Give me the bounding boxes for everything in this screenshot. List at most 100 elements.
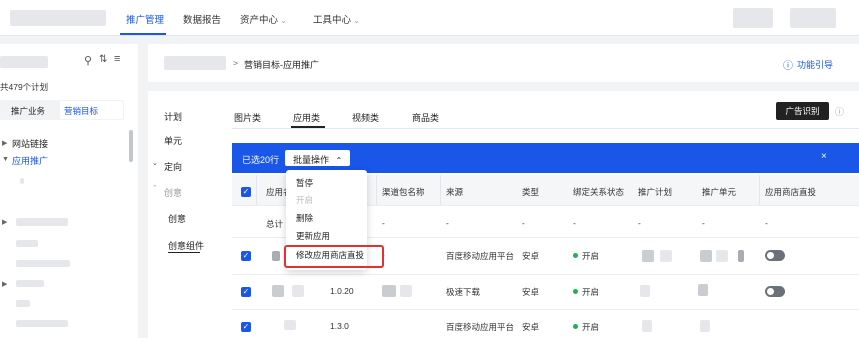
caret-right-icon[interactable]: ▶ [2,139,7,147]
info-icon: ⓘ [783,61,793,72]
version: 1.3.0 [330,321,349,331]
app-store-direct-toggle[interactable] [765,250,785,261]
tree-item-app-promotion[interactable]: 应用推广 [12,154,48,167]
total-cell: - [765,218,768,228]
tree-item-placeholder[interactable] [16,240,38,247]
tree-item-website-link[interactable]: 网站链接 [12,137,48,150]
account-breadcrumb-placeholder[interactable] [164,56,226,70]
batch-operation-button[interactable]: 批量操作 ⌃ [285,150,350,166]
account-name-placeholder [0,56,48,68]
sidebar-tab-group: 推广业务 营销目标 [0,100,124,120]
type: 安卓 [522,322,540,332]
close-icon[interactable]: × [821,151,827,162]
app-icon-placeholder [272,285,284,297]
leftnav-unit[interactable]: 单元 [164,134,182,147]
ad-recognition-button[interactable]: 广告识别 [776,102,829,120]
caret-right-icon[interactable]: ▶ [2,218,7,226]
chevron-down-icon[interactable]: ⌄ [152,159,158,167]
menu-item-update-app[interactable]: 更新应用 [296,230,330,242]
filter-icon[interactable]: ≡ [114,53,120,65]
leftnav-active-underline [168,252,200,253]
binding-status: 开启 [573,286,599,298]
total-cell: - [522,218,525,228]
column-divider [440,175,441,205]
active-nav-underline [120,33,166,35]
tab-marketing-goal[interactable]: 营销目标 [60,101,123,119]
sort-icon[interactable]: ⇅ [99,54,107,65]
source: 极速下载 [446,287,481,297]
caret-right-icon[interactable]: ▶ [2,280,7,288]
chevron-down-icon: ⌄ [353,18,360,25]
total-cell: - [702,218,705,228]
sidebar: ⚲ ⇅ ≡ 共479个计划 推广业务 营销目标 ▶ 网站链接 ▼ 应用推广 ▶ … [0,44,138,338]
highlight-annotation [284,245,384,268]
plan-count: 共479个计划 [0,82,49,92]
total-cell: - [638,218,641,228]
menu-item-pause[interactable]: 暂停 [296,177,313,189]
app-icon-placeholder [284,320,296,330]
col-promo-unit: 推广单元 [702,187,737,197]
unit-placeholder [698,284,708,296]
page-title: 营销目标-应用推广 [244,60,319,70]
tab-app[interactable]: 应用类 [293,111,320,124]
user-placeholder[interactable] [790,8,836,28]
menu-item-delete[interactable]: 删除 [296,212,313,224]
package-placeholder [400,285,412,297]
leftnav-creative-component[interactable]: 创意组件 [168,239,204,252]
tab-image[interactable]: 图片类 [234,111,261,124]
account-placeholder[interactable] [733,8,773,28]
row-divider [232,274,859,275]
source: 百度移动应用平台 [446,251,515,261]
version: 1.0.20 [330,286,354,296]
col-type: 类型 [522,187,540,197]
leftnav-targeting[interactable]: 定向 [164,160,182,173]
tree-item-placeholder[interactable] [16,260,70,267]
unit-placeholder [716,250,728,262]
tab-product[interactable]: 商品类 [412,111,439,124]
sidebar-scrollbar[interactable] [129,130,133,162]
col-promo-plan: 推广计划 [638,187,673,197]
tree-item-placeholder[interactable] [16,280,44,287]
nav-promotion-management[interactable]: 推广管理 [126,12,164,26]
feature-guide-link[interactable]: 功能引导 [797,58,833,71]
app-icon-placeholder [272,251,280,261]
tree-item-placeholder[interactable] [16,218,68,226]
status-dot-icon [573,253,578,258]
column-divider [759,175,760,205]
col-app-store-direct: 应用商店直投 [765,187,817,197]
tree-item-placeholder[interactable] [20,178,24,184]
status-dot-icon [573,289,578,294]
chevron-up-icon[interactable]: ⌃ [152,184,158,192]
row-checkbox[interactable]: ✓ [241,322,251,332]
type: 安卓 [522,287,540,297]
caret-down-icon[interactable]: ▼ [2,156,9,163]
row-divider [232,309,859,310]
tree-item-placeholder[interactable] [16,320,68,327]
nav-asset-center[interactable]: 资产中心 ⌄ [240,12,287,26]
unit-placeholder [700,250,712,262]
leftnav-creative[interactable]: 创意 [168,212,186,225]
select-all-checkbox[interactable]: ✓ [241,187,251,197]
binding-status: 开启 [573,250,599,262]
nav-tool-center[interactable]: 工具中心 ⌄ [313,12,360,26]
tree-item-placeholder[interactable] [16,300,30,307]
search-icon[interactable]: ⚲ [84,54,92,67]
tab-promotion-business[interactable]: 推广业务 [11,105,45,117]
row-checkbox[interactable]: ✓ [241,251,251,261]
leftnav-creative-group[interactable]: 创意 [164,186,182,199]
app-store-direct-toggle[interactable] [765,286,785,297]
plan-placeholder [642,250,654,262]
tab-video[interactable]: 视频类 [352,111,379,124]
menu-item-enable: 开启 [296,195,314,205]
leftnav-plan[interactable]: 计划 [164,110,182,123]
unit-placeholder [738,250,744,262]
help-icon[interactable]: ⓘ [835,105,844,118]
tab-divider [232,128,859,129]
type: 安卓 [522,251,540,261]
row-checkbox[interactable]: ✓ [241,287,251,297]
breadcrumb: > 营销目标-应用推广 ⓘ 功能引导 [148,44,859,82]
total-label: 总计 [266,219,284,229]
col-binding-status: 绑定关系状态 [573,187,625,197]
nav-data-report[interactable]: 数据报告 [183,12,221,26]
chevron-down-icon: ⌄ [280,18,287,25]
